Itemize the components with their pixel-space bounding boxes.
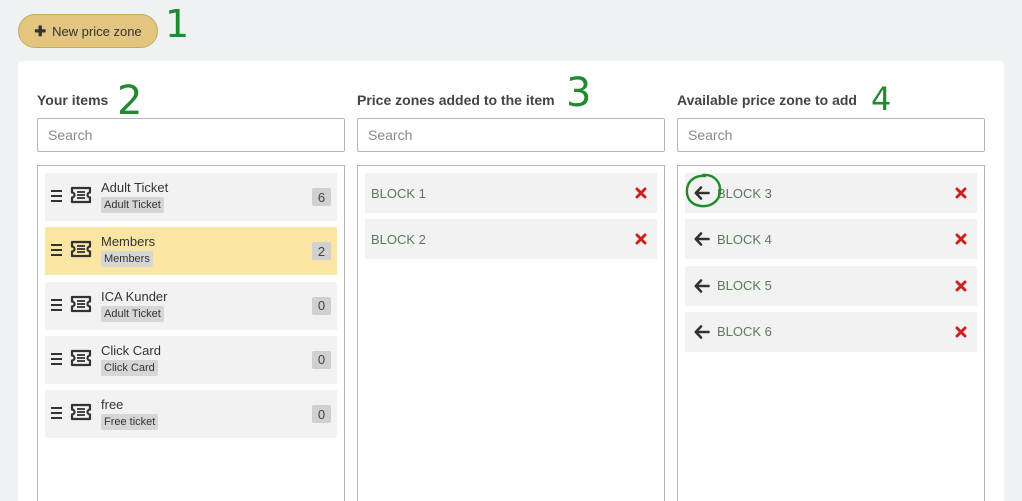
annotation-1: 1 [165, 2, 190, 46]
item-row[interactable]: Adult Ticket Adult Ticket 6 [45, 173, 337, 221]
remove-icon[interactable] [955, 279, 967, 292]
drag-handle-icon[interactable] [51, 298, 62, 311]
item-row[interactable]: ICA Kunder Adult Ticket 0 [45, 281, 337, 330]
new-price-zone-label: New price zone [52, 23, 142, 39]
drag-handle-icon[interactable] [51, 244, 62, 257]
added-zones-title: Price zones added to the item [357, 92, 555, 108]
annotation-3: 3 [566, 70, 592, 116]
available-zones-search-input[interactable] [677, 118, 985, 152]
annotation-circle [685, 173, 722, 208]
ticket-icon [70, 240, 92, 263]
item-row[interactable]: Members Members 2 [45, 227, 337, 276]
items-list: Adult Ticket Adult Ticket 6 Members Members 2… [37, 165, 345, 501]
item-tag: Adult Ticket [101, 305, 164, 322]
added-zones-search-input[interactable] [357, 118, 665, 152]
items-search-input[interactable] [37, 118, 345, 152]
plus-icon: ✚ [34, 23, 47, 39]
item-count-badge: 6 [312, 188, 331, 206]
arrow-left-icon[interactable] [694, 232, 710, 247]
item-name: free [101, 397, 124, 413]
item-tag: Click Card [101, 359, 158, 376]
item-count-badge: 0 [312, 350, 331, 369]
ticket-icon [70, 403, 92, 426]
item-row[interactable]: Click Card Click Card 0 [45, 335, 337, 384]
drag-handle-icon[interactable] [51, 190, 62, 202]
added-zone-row: BLOCK 2 [365, 219, 657, 259]
available-zone-row: BLOCK 3 [685, 173, 977, 213]
remove-icon[interactable] [635, 232, 647, 245]
zone-label: BLOCK 4 [717, 231, 772, 247]
item-count-badge: 0 [312, 296, 331, 315]
available-zones-list: BLOCK 3 BLOCK 4 BLOCK 5 BLOCK 6 [677, 165, 985, 501]
ticket-icon [70, 186, 92, 209]
item-count-badge: 0 [312, 405, 331, 424]
available-zone-row: BLOCK 4 [685, 219, 977, 260]
zone-label: BLOCK 5 [717, 278, 772, 294]
item-count-badge: 2 [312, 242, 331, 261]
ticket-icon [70, 295, 92, 318]
available-zone-row: BLOCK 5 [685, 265, 977, 306]
item-name: ICA Kunder [101, 288, 168, 304]
drag-handle-icon[interactable] [51, 407, 62, 420]
zone-label: BLOCK 1 [371, 185, 426, 201]
remove-icon[interactable] [955, 186, 967, 199]
arrow-left-icon[interactable] [694, 278, 710, 293]
annotation-4: 4 [871, 80, 892, 118]
zone-label: BLOCK 2 [371, 231, 426, 247]
remove-icon[interactable] [955, 325, 967, 338]
remove-icon[interactable] [955, 232, 967, 245]
available-zones-title: Available price zone to add [677, 92, 857, 108]
item-tag: Free ticket [101, 414, 159, 431]
item-name: Members [101, 234, 156, 250]
new-price-zone-button[interactable]: ✚ New price zone [18, 14, 158, 48]
zone-label: BLOCK 3 [717, 185, 772, 201]
drag-handle-icon[interactable] [51, 352, 62, 365]
remove-icon[interactable] [635, 186, 647, 199]
available-zone-row: BLOCK 6 [685, 311, 977, 352]
item-tag: Members [101, 251, 153, 268]
item-name: Adult Ticket [101, 180, 169, 195]
item-row[interactable]: free Free ticket 0 [45, 390, 337, 439]
your-items-title: Your items [37, 92, 109, 108]
item-tag: Adult Ticket [101, 197, 164, 213]
ticket-icon [70, 349, 92, 372]
arrow-left-icon[interactable] [694, 325, 710, 339]
item-name: Click Card [101, 342, 161, 358]
added-zone-row: BLOCK 1 [365, 173, 657, 213]
zone-label: BLOCK 6 [717, 324, 772, 340]
added-zones-list: BLOCK 1 BLOCK 2 [357, 165, 665, 501]
